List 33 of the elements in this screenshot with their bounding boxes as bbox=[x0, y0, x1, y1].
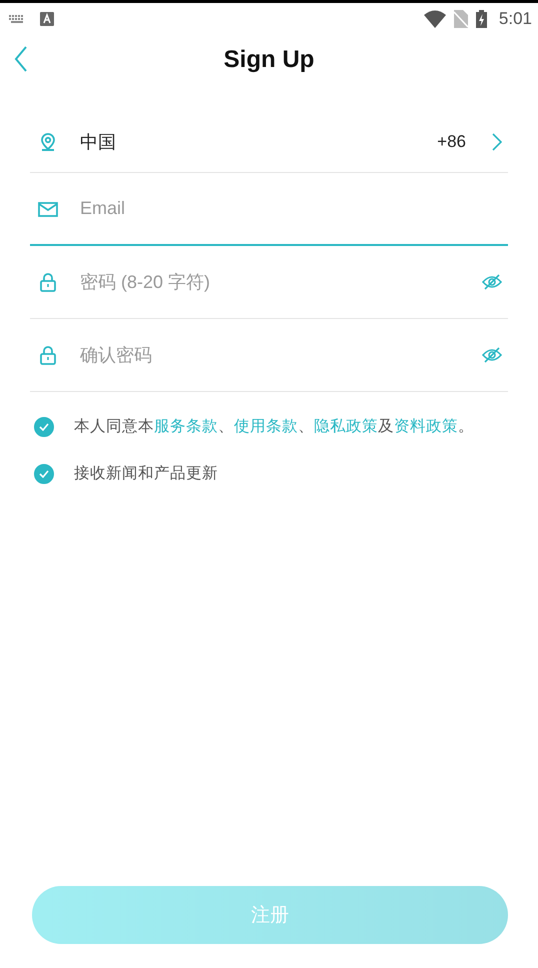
country-selector[interactable]: 中国 +86 bbox=[30, 112, 508, 173]
toggle-visibility-button[interactable] bbox=[482, 274, 502, 290]
no-sim-icon bbox=[454, 10, 468, 28]
chevron-right-icon bbox=[492, 133, 502, 151]
password-field[interactable]: 密码 (8-20 字符) bbox=[80, 272, 482, 292]
battery-charging-icon bbox=[476, 10, 487, 28]
terms-link[interactable]: 隐私政策 bbox=[314, 417, 378, 435]
lock-icon bbox=[38, 345, 58, 365]
wifi-icon bbox=[424, 10, 446, 28]
country-code: +86 bbox=[437, 132, 466, 152]
status-time: 5:01 bbox=[498, 8, 532, 28]
agreement-text: 本人同意本服务条款、使用条款、隐私政策及资料政策。 bbox=[74, 416, 474, 437]
terms-link[interactable]: 资料政策 bbox=[394, 417, 458, 435]
eye-hidden-icon bbox=[482, 274, 502, 290]
checkbox[interactable] bbox=[34, 464, 54, 484]
checkmark-icon bbox=[39, 422, 49, 430]
location-pin-icon bbox=[38, 132, 58, 152]
terms-link[interactable]: 使用条款 bbox=[234, 417, 298, 435]
keyboard-icon bbox=[8, 14, 26, 24]
country-name: 中国 bbox=[80, 131, 117, 154]
back-button[interactable] bbox=[14, 46, 28, 72]
agreement-text: 接收新闻和产品更新 bbox=[74, 463, 218, 484]
page-title: Sign Up bbox=[224, 46, 314, 74]
toggle-visibility-button[interactable] bbox=[482, 347, 502, 363]
font-icon bbox=[40, 12, 54, 26]
eye-hidden-icon bbox=[482, 347, 502, 363]
back-icon bbox=[14, 46, 28, 72]
terms-link[interactable]: 服务条款 bbox=[154, 417, 218, 435]
checkbox[interactable] bbox=[34, 416, 54, 436]
password-field[interactable]: 确认密码 bbox=[80, 344, 482, 366]
lock-icon bbox=[38, 272, 58, 292]
checkmark-icon bbox=[39, 470, 49, 478]
email-field[interactable]: Email bbox=[80, 198, 502, 219]
